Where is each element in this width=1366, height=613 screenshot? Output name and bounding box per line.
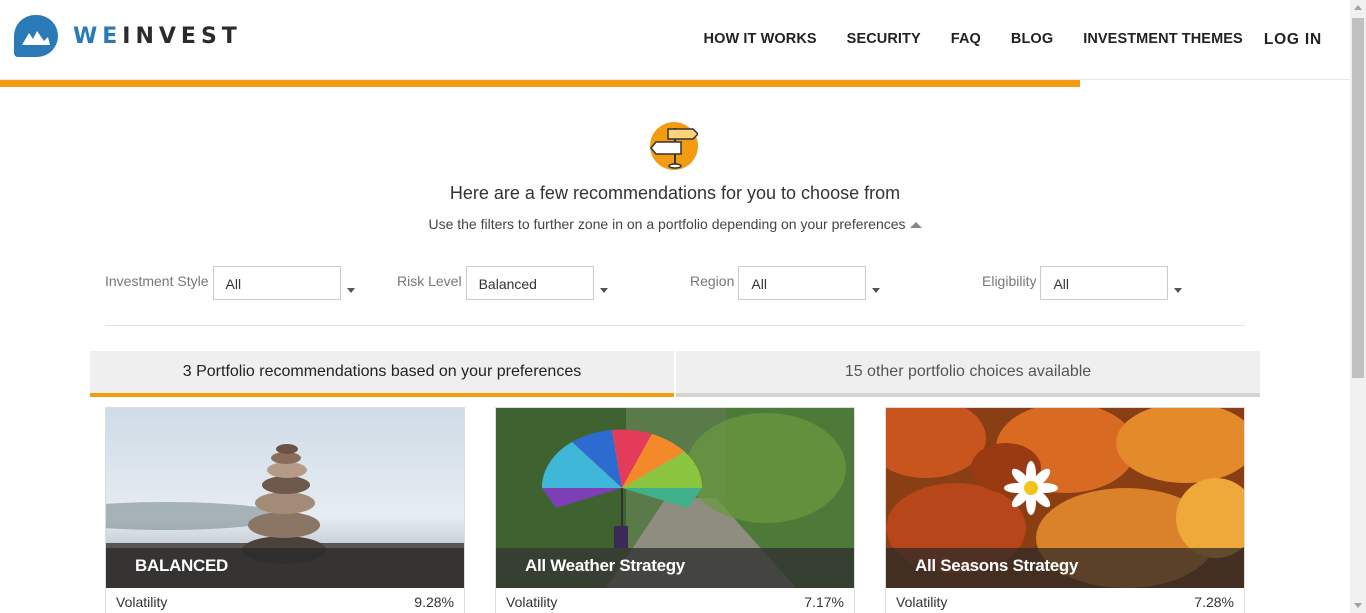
collapse-caret-icon[interactable]	[909, 222, 922, 228]
site-header: WEINVEST HOW IT WORKS SECURITY FAQ BLOG …	[0, 0, 1350, 80]
nav-investment-themes[interactable]: INVESTMENT THEMES	[1083, 31, 1243, 49]
dropdown-caret-icon[interactable]	[599, 288, 608, 293]
nav-blog[interactable]: BLOG	[1011, 31, 1053, 49]
brand-invest: INVEST	[122, 23, 242, 49]
filters-hint: Use the filters to further zone in on a …	[0, 216, 1350, 232]
filter-label: Investment Style	[105, 273, 209, 289]
region-select[interactable]: All	[738, 266, 867, 300]
stat-label: Volatility	[506, 594, 558, 610]
filter-risk-level: Risk Level Balanced	[397, 266, 608, 300]
card-stat-row: Volatility 9.28%	[106, 590, 464, 613]
login-link[interactable]: LOG IN	[1264, 31, 1322, 49]
logo[interactable]: WEINVEST	[14, 15, 242, 57]
tab-other-portfolios[interactable]: 15 other portfolio choices available	[676, 351, 1260, 397]
brand-we: WE	[73, 23, 123, 49]
filter-label: Risk Level	[397, 273, 462, 289]
investment-style-select[interactable]: All	[212, 266, 341, 300]
filters-hint-text: Use the filters to further zone in on a …	[428, 216, 906, 232]
tab-recommended[interactable]: 3 Portfolio recommendations based on you…	[90, 351, 674, 397]
dropdown-caret-icon[interactable]	[346, 288, 355, 293]
dropdown-caret-icon[interactable]	[1174, 288, 1183, 293]
card-stat-row: Volatility 7.17%	[496, 590, 854, 613]
portfolio-card-all-seasons[interactable]: All Seasons Strategy Volatility 7.28%	[885, 407, 1245, 613]
stat-label: Volatility	[116, 594, 168, 610]
dropdown-caret-icon[interactable]	[872, 288, 881, 293]
card-title: BALANCED	[135, 556, 228, 575]
scroll-down-arrow-icon[interactable]	[1354, 603, 1362, 608]
scroll-up-arrow-icon[interactable]	[1354, 5, 1362, 10]
portfolio-card-all-weather[interactable]: All Weather Strategy Volatility 7.17%	[495, 407, 855, 613]
signpost-icon	[650, 122, 700, 170]
portfolio-card-balanced[interactable]: BALANCED Volatility 9.28%	[105, 407, 465, 613]
card-stat-row: Volatility 7.28%	[886, 590, 1244, 613]
filter-investment-style: Investment Style All	[105, 266, 355, 300]
main-nav: HOW IT WORKS SECURITY FAQ BLOG INVESTMEN…	[674, 31, 1323, 49]
stat-label: Volatility	[896, 594, 948, 610]
stat-value: 9.28%	[414, 594, 454, 610]
filter-eligibility: Eligibility All	[982, 266, 1183, 300]
mountain-logo-icon	[14, 15, 58, 57]
card-title: All Seasons Strategy	[915, 556, 1079, 575]
brand-name: WEINVEST	[73, 24, 242, 49]
filter-label: Region	[690, 273, 735, 289]
divider	[105, 325, 1245, 326]
nav-how-it-works[interactable]: HOW IT WORKS	[704, 31, 817, 49]
filter-label: Eligibility	[982, 273, 1037, 289]
scroll-thumb[interactable]	[1352, 18, 1364, 378]
card-title: All Weather Strategy	[525, 556, 685, 575]
filter-region: Region All	[690, 266, 881, 300]
progress-bar	[0, 80, 1350, 87]
recommendations-headline: Here are a few recommendations for you t…	[449, 183, 901, 203]
risk-level-select[interactable]: Balanced	[465, 266, 594, 300]
progress-fill	[0, 80, 1080, 87]
stat-value: 7.17%	[804, 594, 844, 610]
nav-security[interactable]: SECURITY	[847, 31, 921, 49]
eligibility-select[interactable]: All	[1040, 266, 1169, 300]
stat-value: 7.28%	[1194, 594, 1234, 610]
nav-faq[interactable]: FAQ	[951, 31, 981, 49]
scrollbar[interactable]	[1350, 0, 1366, 613]
